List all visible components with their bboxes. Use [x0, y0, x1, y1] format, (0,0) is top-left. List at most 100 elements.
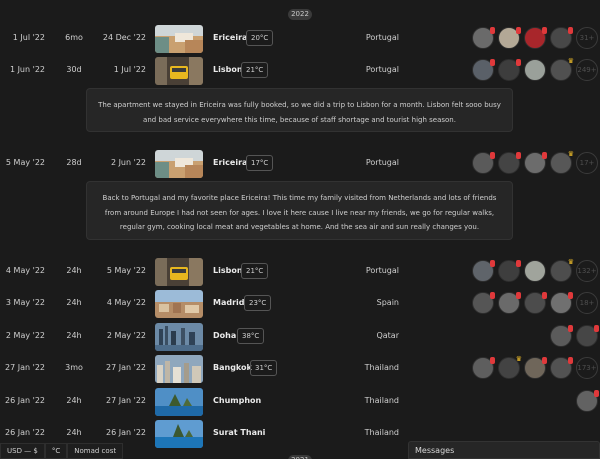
currency-selector[interactable]: USD — $ — [0, 443, 45, 459]
trip-row[interactable]: 2 May '22 24h 2 May '22 Doha 38°C Qatar — [0, 323, 600, 351]
crown-icon: ♛ — [567, 258, 574, 266]
avatar[interactable] — [498, 27, 521, 49]
trip-row[interactable]: 26 Jan '22 24h 27 Jan '22 Chumphon Thail… — [0, 388, 600, 416]
trip-end-date: 5 May '22 — [106, 266, 146, 275]
city-photo-chumphon[interactable] — [155, 388, 203, 416]
trip-end-date: 4 May '22 — [106, 298, 146, 307]
trip-row[interactable]: 1 Jul '22 6mo 24 Dec '22 Ericeira 20°C P… — [0, 25, 600, 53]
trip-start-date: 2 May '22 — [5, 331, 45, 340]
avatar[interactable] — [524, 152, 547, 174]
city-link[interactable]: Ericeira — [213, 158, 247, 167]
notification-badge — [568, 325, 573, 332]
trip-note: Back to Portugal and my favorite place E… — [86, 181, 513, 240]
trip-row[interactable]: 1 Jun '22 30d 1 Jul '22 Lisbon 21°C Port… — [0, 57, 600, 85]
avatar[interactable] — [550, 27, 573, 49]
met-people-list: 31+ — [472, 26, 598, 50]
avatar[interactable] — [472, 357, 495, 379]
country-name: Portugal — [365, 266, 399, 275]
met-people-list: ♛ 17+ — [472, 150, 598, 175]
trip-duration: 24h — [66, 331, 82, 340]
avatar[interactable] — [472, 260, 495, 282]
avatar[interactable]: ♛ — [498, 355, 522, 379]
avatar[interactable] — [524, 357, 547, 379]
messages-panel-tab[interactable]: Messages — [408, 441, 600, 459]
more-people-count[interactable]: 249+ — [576, 59, 598, 81]
settings-bar: USD — $ °C Nomad cost — [0, 443, 124, 459]
nomad-cost-button[interactable]: Nomad cost — [67, 443, 124, 459]
temperature-badge: 23°C — [244, 295, 272, 311]
city-photo-ericeira[interactable] — [155, 25, 203, 53]
city-photo-doha[interactable] — [155, 323, 203, 351]
trip-row[interactable]: 3 May '22 24h 4 May '22 Madrid 23°C Spai… — [0, 290, 600, 318]
city-photo-lisbon[interactable] — [155, 57, 203, 85]
avatar[interactable] — [472, 292, 495, 314]
city-photo-lisbon[interactable] — [155, 258, 203, 286]
avatar[interactable] — [524, 260, 546, 282]
more-people-count[interactable]: 17+ — [576, 152, 598, 174]
more-people-count[interactable]: 173+ — [576, 357, 598, 379]
trip-row[interactable]: 27 Jan '22 3mo 27 Jan '22 Bangkok 31°C T… — [0, 355, 600, 383]
trip-start-date: 1 Jun '22 — [9, 65, 45, 74]
avatar[interactable] — [550, 357, 573, 379]
avatar[interactable]: ♛ — [550, 258, 574, 282]
avatar[interactable] — [524, 27, 547, 49]
temperature-badge: 38°C — [237, 328, 265, 344]
avatar[interactable]: ♛ — [550, 150, 574, 174]
temperature-unit-toggle[interactable]: °C — [44, 443, 68, 459]
avatar[interactable] — [498, 260, 521, 282]
notification-badge — [490, 260, 495, 267]
country-name: Spain — [376, 298, 399, 307]
avatar[interactable] — [524, 59, 546, 81]
avatar[interactable] — [498, 152, 521, 174]
trip-start-date: 1 Jul '22 — [12, 33, 45, 42]
avatar[interactable] — [498, 59, 521, 81]
city-link[interactable]: Surat Thani — [213, 428, 265, 437]
notification-badge — [490, 152, 495, 159]
trip-start-date: 26 Jan '22 — [5, 396, 45, 405]
city-link[interactable]: Chumphon — [213, 396, 261, 405]
avatar[interactable] — [576, 325, 599, 347]
city-link[interactable]: Bangkok — [213, 363, 252, 372]
city-photo-bangkok[interactable] — [155, 355, 203, 383]
avatar[interactable] — [472, 59, 495, 81]
avatar[interactable] — [550, 292, 573, 314]
avatar[interactable] — [472, 152, 495, 174]
trip-row[interactable]: 5 May '22 28d 2 Jun '22 Ericeira 17°C Po… — [0, 150, 600, 178]
notification-badge — [490, 292, 495, 299]
city-photo-madrid[interactable] — [155, 290, 203, 318]
trip-duration: 28d — [66, 158, 82, 167]
avatar[interactable] — [472, 27, 495, 49]
crown-icon: ♛ — [567, 150, 574, 158]
city-link[interactable]: Ericeira — [213, 33, 247, 42]
trip-end-date: 2 Jun '22 — [110, 158, 146, 167]
avatar[interactable] — [576, 390, 599, 412]
trip-duration: 24h — [66, 266, 82, 275]
city-photo-surat-thani[interactable] — [155, 420, 203, 448]
city-photo-ericeira[interactable] — [155, 150, 203, 178]
trip-row[interactable]: 4 May '22 24h 5 May '22 Lisbon 21°C Port… — [0, 258, 600, 286]
met-people-list: ♛ 249+ — [472, 57, 598, 82]
temperature-badge: 21°C — [241, 263, 269, 279]
city-link[interactable]: Lisbon — [213, 266, 243, 275]
avatar[interactable] — [524, 292, 547, 314]
temperature-badge: 17°C — [246, 155, 274, 171]
notification-badge — [516, 59, 521, 66]
avatar[interactable]: ♛ — [550, 57, 574, 81]
notification-badge — [490, 27, 495, 34]
trip-duration: 24h — [66, 428, 82, 437]
more-people-count[interactable]: 31+ — [576, 27, 598, 49]
city-link[interactable]: Doha — [213, 331, 236, 340]
trip-duration: 24h — [66, 396, 82, 405]
avatar[interactable] — [498, 292, 521, 314]
city-link[interactable]: Madrid — [213, 298, 245, 307]
notification-badge — [594, 325, 599, 332]
more-people-count[interactable]: 18+ — [576, 292, 598, 314]
country-name: Thailand — [364, 428, 399, 437]
country-name: Portugal — [365, 33, 399, 42]
city-link[interactable]: Lisbon — [213, 65, 243, 74]
trip-end-date: 1 Jul '22 — [113, 65, 146, 74]
more-people-count[interactable]: 132+ — [576, 260, 598, 282]
trip-duration: 6mo — [65, 33, 83, 42]
avatar[interactable] — [550, 325, 573, 347]
country-name: Qatar — [376, 331, 399, 340]
